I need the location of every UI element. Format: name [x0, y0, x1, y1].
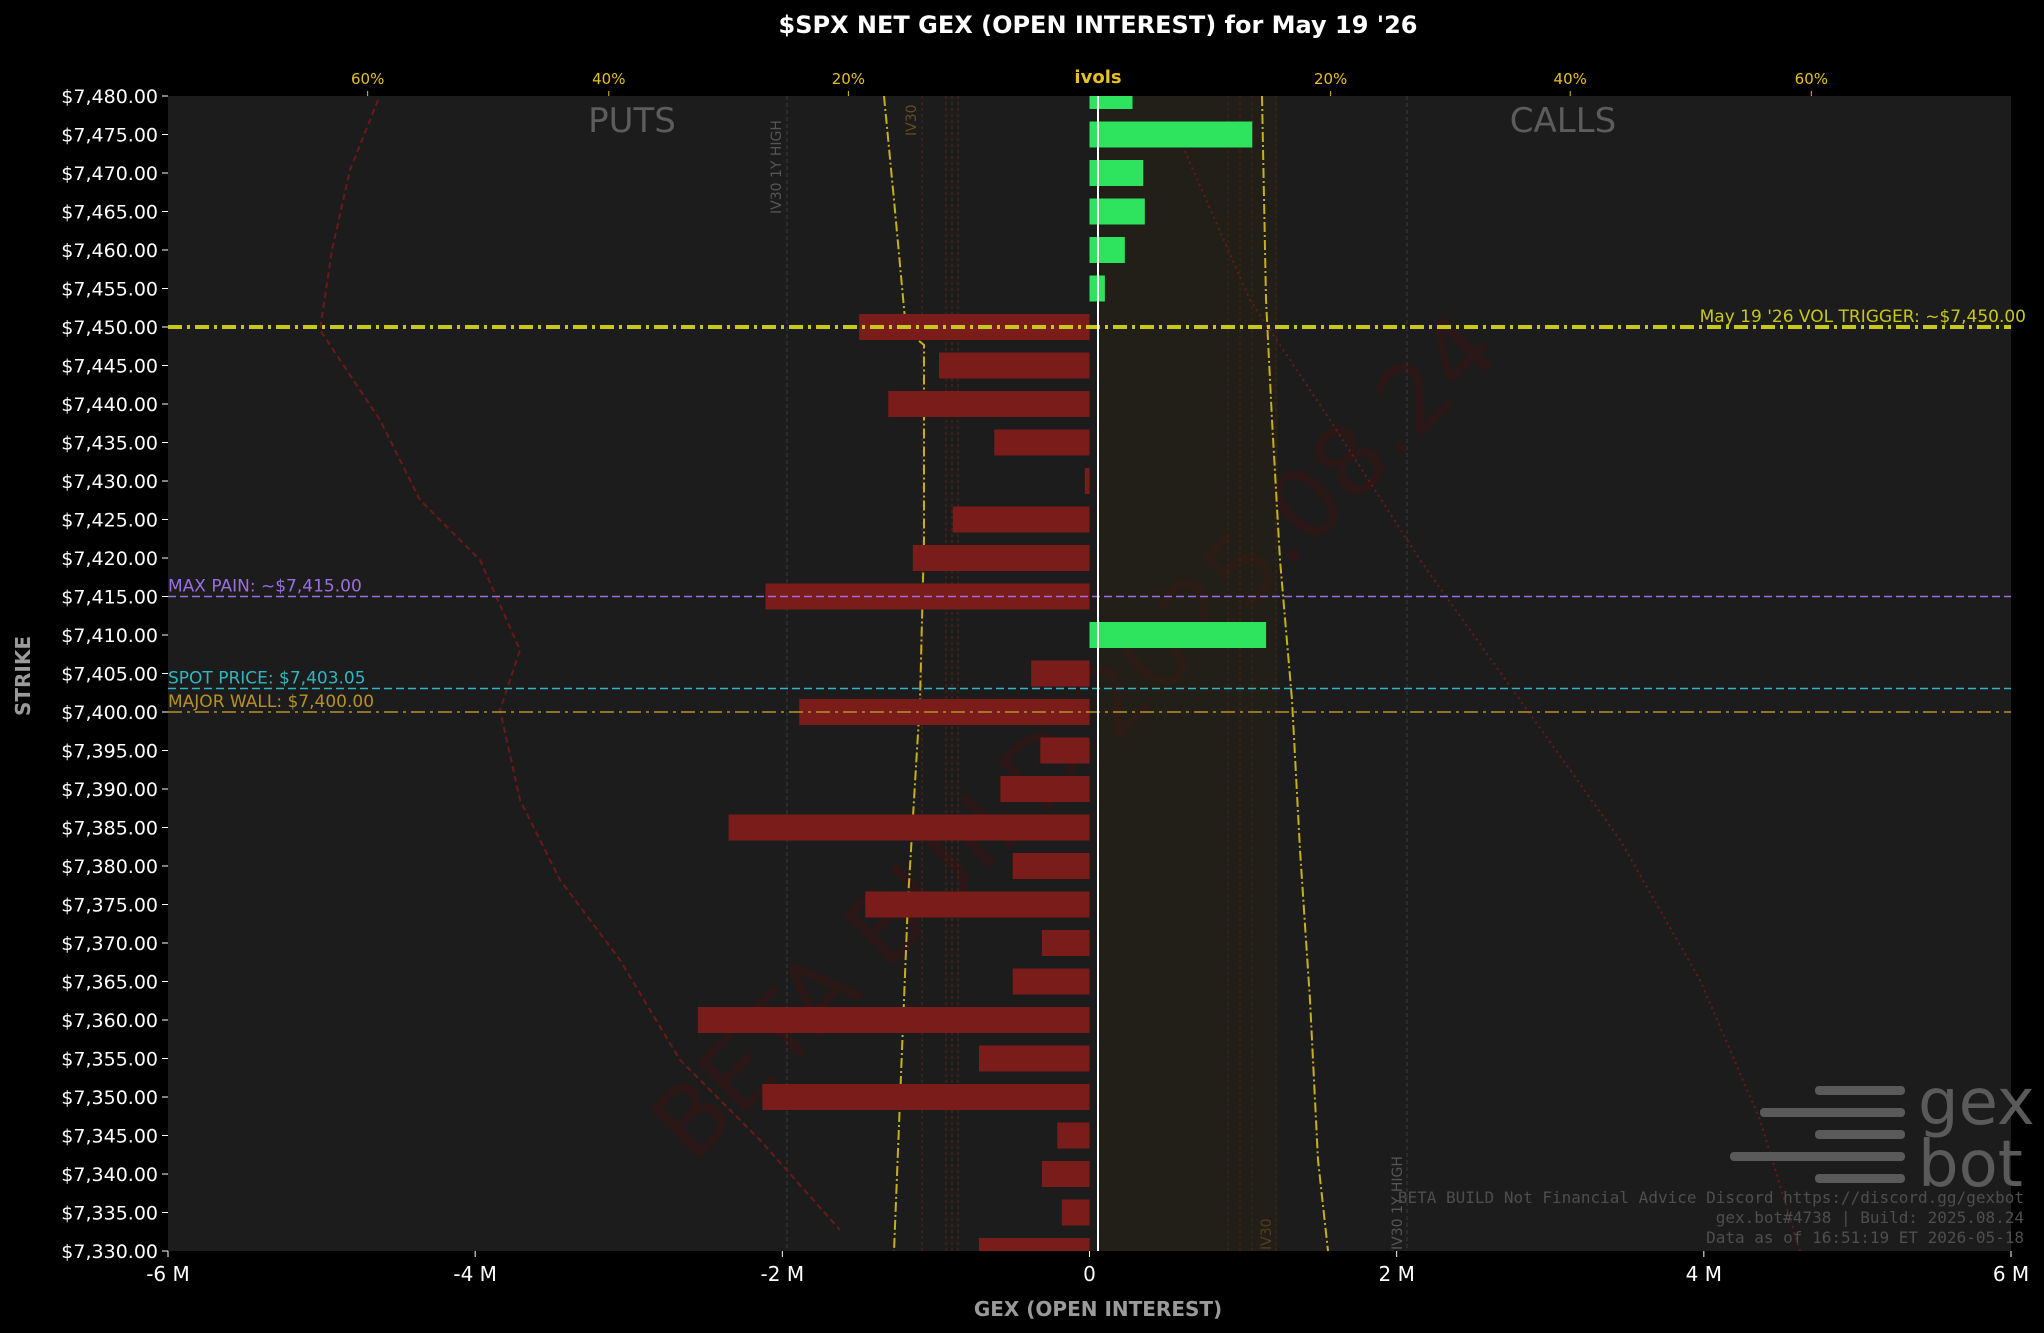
footer-disclaimer: BETA BUILD Not Financial Advice Discord …	[1398, 1188, 2024, 1207]
logo-dash	[1815, 1086, 1905, 1095]
logo-dash	[1815, 1130, 1905, 1139]
ivol-tick-label: 20%	[832, 70, 865, 88]
y-tick-label: $7,355.00	[61, 1049, 158, 1071]
put-gex-bar	[1057, 1122, 1090, 1149]
y-tick-label: $7,365.00	[61, 972, 158, 994]
footer-build: gex.bot#4738 | Build: 2025.08.24	[1716, 1208, 2024, 1227]
put-gex-bar	[994, 429, 1090, 456]
ivol-tick-label: 40%	[592, 70, 625, 88]
reference-line-label: May 19 '26 VOL TRIGGER: ~$7,450.00	[1700, 307, 2026, 327]
y-tick-label: $7,340.00	[61, 1164, 158, 1186]
put-gex-bar	[978, 1238, 1090, 1251]
put-gex-bar	[762, 1084, 1090, 1110]
top-axis-label: ivols	[1074, 67, 1121, 88]
put-gex-bar	[1041, 930, 1090, 956]
ivol-tick-label: 40%	[1554, 70, 1587, 88]
ivol-tick-label: 60%	[1795, 70, 1828, 88]
reference-line-label: SPOT PRICE: $7,403.05	[168, 669, 366, 689]
put-gex-bar	[1084, 468, 1090, 494]
y-tick-label: $7,445.00	[61, 356, 158, 378]
logo-dash	[1815, 1174, 1905, 1183]
x-tick-label: 4 M	[1686, 1262, 1722, 1286]
put-gex-bar	[938, 352, 1090, 379]
put-gex-bar	[1061, 1199, 1090, 1226]
put-gex-bar	[888, 391, 1090, 417]
y-tick-label: $7,470.00	[61, 163, 158, 185]
gex-chart: $SPX NET GEX (OPEN INTEREST) for May 19 …	[0, 0, 2044, 1333]
x-tick-label: -2 M	[761, 1262, 805, 1286]
y-tick-label: $7,435.00	[61, 433, 158, 455]
y-tick-label: $7,405.00	[61, 664, 158, 686]
y-tick-label: $7,345.00	[61, 1126, 158, 1148]
y-tick-label: $7,420.00	[61, 548, 158, 570]
logo-dash	[1760, 1108, 1905, 1117]
put-gex-bar	[697, 1007, 1090, 1033]
call-gex-bar	[1089, 121, 1253, 148]
call-gex-bar	[1089, 237, 1125, 263]
call-gex-bar	[1089, 96, 1133, 109]
y-tick-label: $7,455.00	[61, 279, 158, 301]
y-tick-label: $7,400.00	[61, 702, 158, 724]
x-tick-label: 6 M	[1993, 1262, 2029, 1286]
put-gex-bar	[865, 891, 1090, 918]
y-tick-label: $7,350.00	[61, 1087, 158, 1109]
y-tick-label: $7,415.00	[61, 587, 158, 609]
chart-title: $SPX NET GEX (OPEN INTEREST) for May 19 …	[779, 11, 1418, 39]
put-gex-bar	[912, 545, 1090, 571]
y-tick-label: $7,395.00	[61, 741, 158, 763]
x-tick-label: -6 M	[146, 1262, 190, 1286]
put-gex-bar	[952, 506, 1090, 533]
put-gex-bar	[1040, 737, 1090, 764]
ivol-tick-label: 20%	[1314, 70, 1347, 88]
y-tick-label: $7,465.00	[61, 202, 158, 224]
put-gex-bar	[978, 1045, 1090, 1072]
y-tick-label: $7,480.00	[61, 86, 158, 108]
call-gex-bar	[1089, 622, 1267, 648]
put-gex-bar	[728, 814, 1090, 841]
put-iv30-1y-high-label: IV30 1Y HIGH	[769, 120, 785, 214]
y-tick-label: $7,390.00	[61, 779, 158, 801]
put-iv30-label: IV30	[904, 104, 920, 136]
y-tick-label: $7,475.00	[61, 125, 158, 147]
x-tick-label: -4 M	[453, 1262, 497, 1286]
put-gex-bar	[1000, 776, 1090, 802]
y-tick-label: $7,425.00	[61, 510, 158, 532]
y-tick-label: $7,360.00	[61, 1010, 158, 1032]
y-axis-label: STRIKE	[11, 636, 35, 716]
logo-dash	[1730, 1152, 1905, 1161]
y-tick-label: $7,380.00	[61, 856, 158, 878]
y-tick-label: $7,370.00	[61, 933, 158, 955]
x-axis-label: GEX (OPEN INTEREST)	[974, 1297, 1222, 1321]
put-gex-bar	[1012, 968, 1090, 995]
y-tick-label: $7,330.00	[61, 1241, 158, 1263]
y-tick-label: $7,410.00	[61, 625, 158, 647]
footer-timestamp: Data as of 16:51:19 ET 2026-05-18	[1706, 1228, 2024, 1247]
x-tick-label: 2 M	[1378, 1262, 1414, 1286]
x-tick-label: 0	[1083, 1262, 1096, 1286]
calls-label: CALLS	[1510, 101, 1616, 141]
y-tick-label: $7,375.00	[61, 895, 158, 917]
put-gex-bar	[1041, 1161, 1090, 1187]
reference-line-label: MAX PAIN: ~$7,415.00	[168, 577, 362, 597]
y-tick-label: $7,335.00	[61, 1203, 158, 1225]
call-ivol-band	[1098, 96, 1278, 1251]
put-gex-bar	[859, 314, 1090, 340]
y-tick-label: $7,430.00	[61, 471, 158, 493]
ivol-tick-label: 60%	[351, 70, 384, 88]
y-tick-label: $7,460.00	[61, 240, 158, 262]
reference-line-label: MAJOR WALL: $7,400.00	[168, 692, 374, 712]
y-tick-label: $7,440.00	[61, 394, 158, 416]
puts-label: PUTS	[588, 101, 676, 141]
put-gex-bar	[1012, 853, 1090, 879]
put-gex-bar	[1031, 660, 1090, 687]
y-tick-label: $7,385.00	[61, 818, 158, 840]
y-tick-label: $7,450.00	[61, 317, 158, 339]
